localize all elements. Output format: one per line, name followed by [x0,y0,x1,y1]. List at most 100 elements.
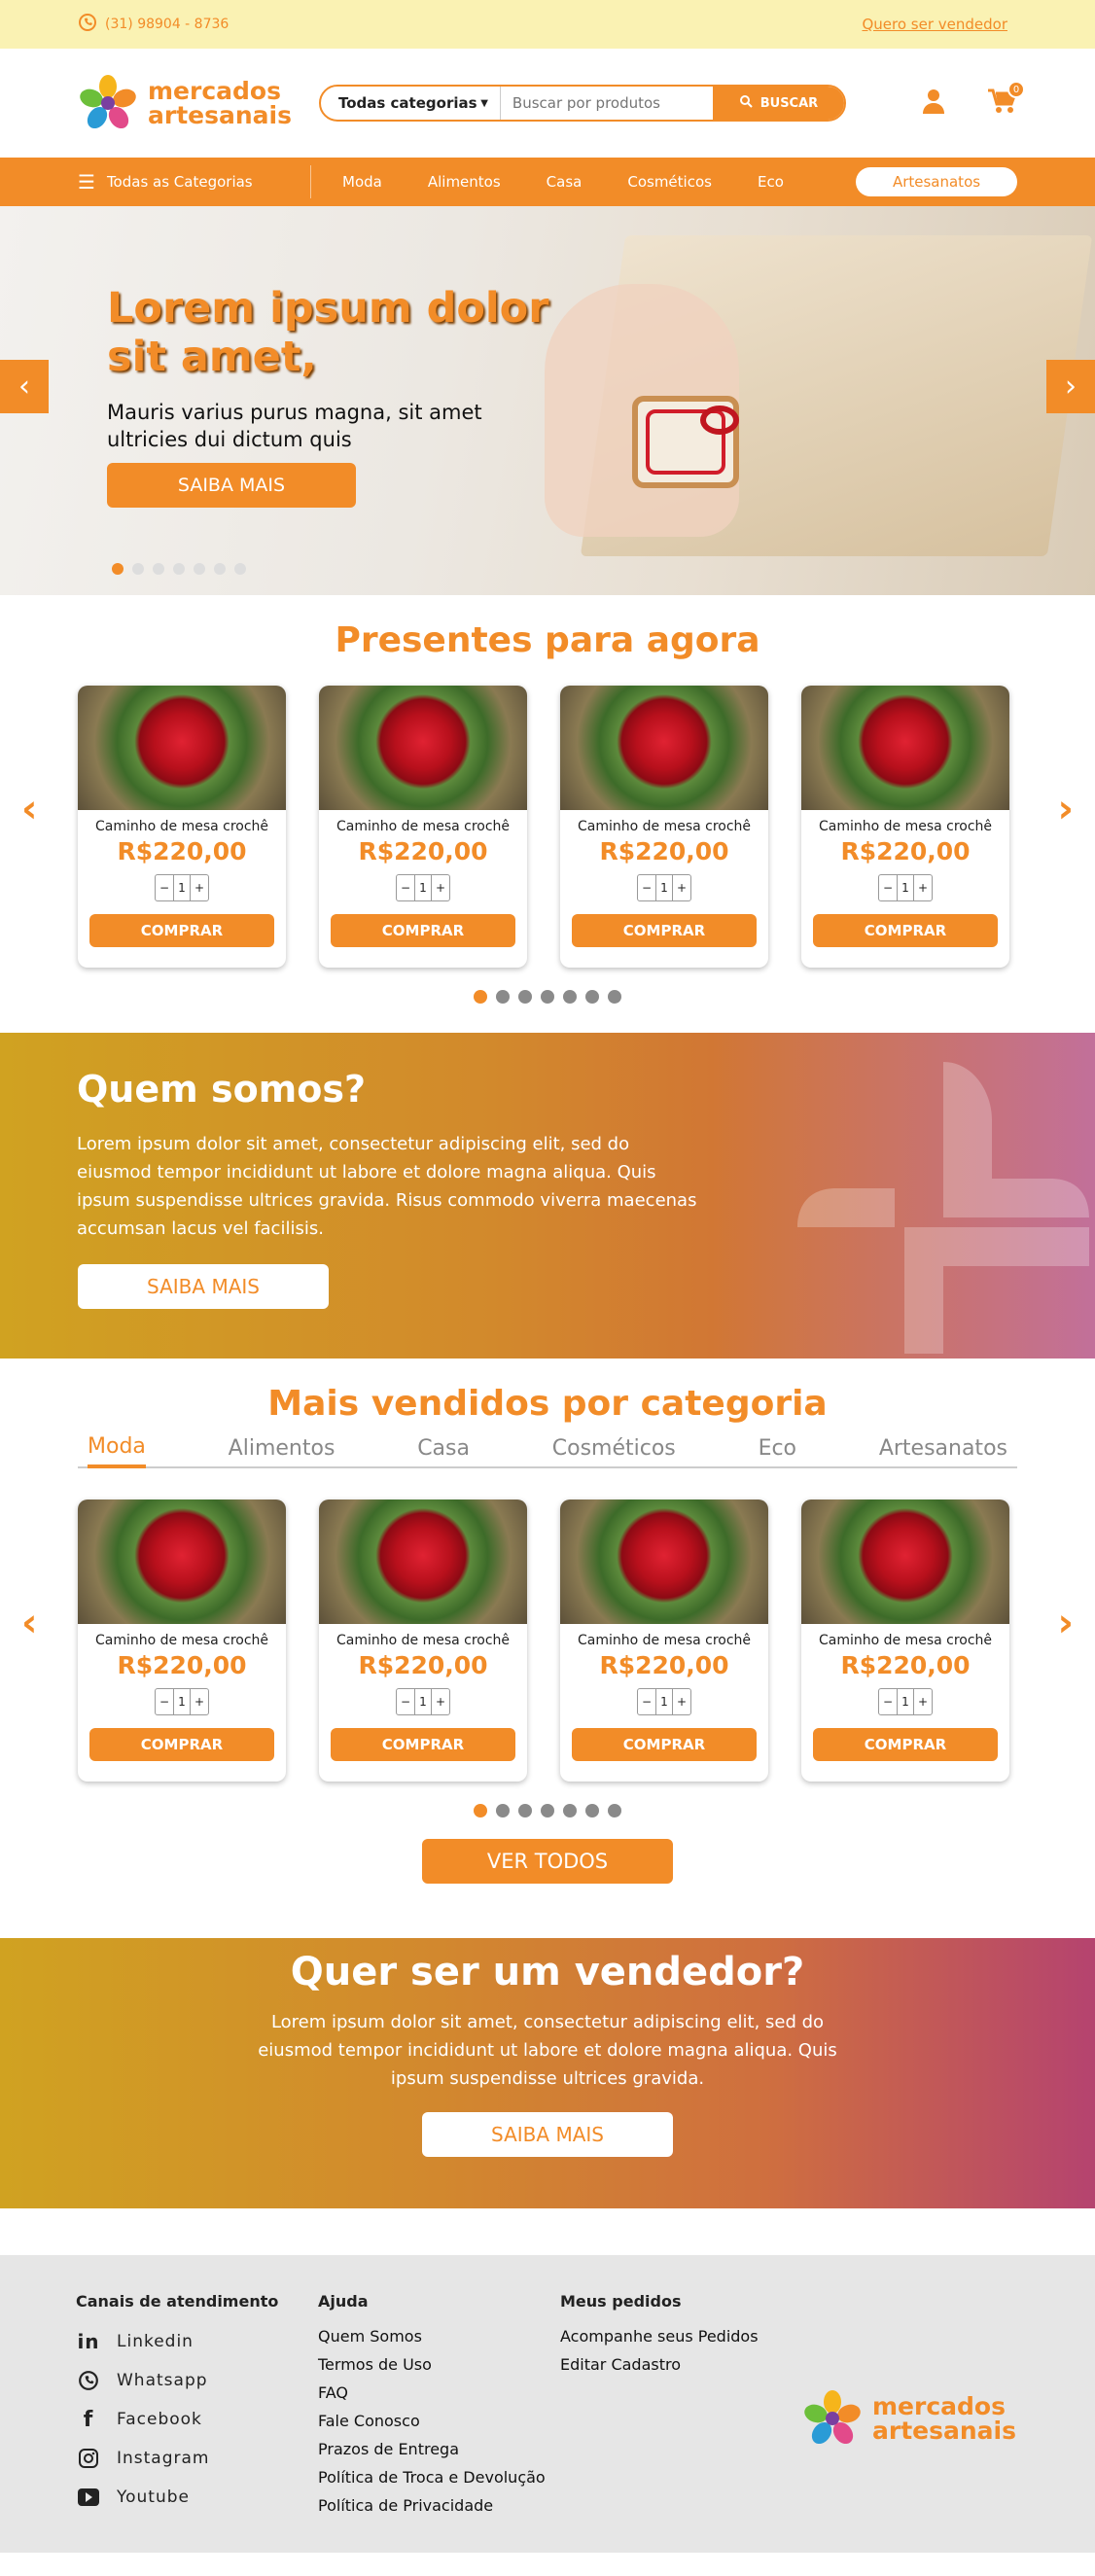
social-whatsapp[interactable]: Whatsapp [76,2361,318,2400]
nav-item-alimentos[interactable]: Alimentos [428,173,501,191]
product-card[interactable]: Caminho de mesa crochê R$220,00 −1 + COMPRAR [319,686,527,968]
buy-button[interactable]: COMPRAR [331,1728,515,1761]
footer-link[interactable]: Política de Troca e Devolução [318,2463,560,2491]
social-facebook[interactable]: f Facebook [76,2400,318,2439]
buy-button[interactable]: COMPRAR [572,1728,757,1761]
social-youtube[interactable]: Youtube [76,2478,318,2517]
page-dot[interactable] [608,990,621,1004]
minus-button[interactable]: − [879,875,897,900]
plus-button[interactable]: + [914,1689,932,1714]
become-seller-link[interactable]: Quero ser vendedor [862,16,1007,33]
product-card[interactable]: Caminho de mesa crochê R$220,00 −1 + COMPRAR [560,1500,768,1782]
search-button[interactable]: BUSCAR [712,87,844,120]
social-linkedin[interactable]: in Linkedin [76,2322,318,2361]
nav-item-casa[interactable]: Casa [547,173,583,191]
social-instagram[interactable]: Instagram [76,2439,318,2478]
nav-item-moda[interactable]: Moda [342,173,382,191]
minus-button[interactable]: − [638,1689,655,1714]
quantity-value[interactable]: 1 [173,1689,191,1714]
page-dot[interactable] [496,1804,510,1817]
minus-button[interactable]: − [156,875,173,900]
hero-dot[interactable] [132,563,144,575]
hero-prev-arrow[interactable]: ‹ [0,360,49,413]
buy-button[interactable]: COMPRAR [572,914,757,947]
tab-cosmeticos[interactable]: Cosméticos [552,1436,676,1466]
chevron-left-icon[interactable]: ‹ [21,787,37,831]
page-dot[interactable] [474,1804,487,1817]
minus-button[interactable]: − [638,875,655,900]
hero-dot[interactable] [234,563,246,575]
hero-dot[interactable] [173,563,185,575]
about-more-button[interactable]: SAIBA MAIS [78,1264,329,1309]
product-card[interactable]: Caminho de mesa crochê R$220,00 −1 + COMPRAR [801,686,1009,968]
page-dot[interactable] [608,1804,621,1817]
chevron-left-icon[interactable]: ‹ [21,1601,37,1645]
plus-button[interactable]: + [914,875,932,900]
plus-button[interactable]: + [432,1689,449,1714]
footer-logo[interactable]: mercados artesanais [802,2284,1016,2553]
footer-link[interactable]: Acompanhe seus Pedidos [560,2322,802,2350]
tab-artesanatos[interactable]: Artesanatos [879,1436,1007,1466]
buy-button[interactable]: COMPRAR [89,914,274,947]
page-dot[interactable] [563,1804,577,1817]
all-categories-menu[interactable]: ☰ Todas as Categorias [78,165,311,198]
buy-button[interactable]: COMPRAR [331,914,515,947]
footer-link[interactable]: Prazos de Entrega [318,2435,560,2463]
quantity-value[interactable]: 1 [414,1689,432,1714]
phone-contact[interactable]: (31) 98904 - 8736 [78,13,229,36]
hero-cta-button[interactable]: SAIBA MAIS [107,463,356,508]
hero-dot[interactable] [194,563,205,575]
page-dot[interactable] [541,990,554,1004]
page-dot[interactable] [474,990,487,1004]
plus-button[interactable]: + [191,1689,208,1714]
plus-button[interactable]: + [673,875,690,900]
plus-button[interactable]: + [432,875,449,900]
buy-button[interactable]: COMPRAR [813,914,998,947]
product-card[interactable]: Caminho de mesa crochê R$220,00 −1 + COMPRAR [78,686,286,968]
plus-button[interactable]: + [191,875,208,900]
chevron-right-icon[interactable]: › [1058,787,1074,831]
category-select[interactable]: Todas categorias ▼ [321,87,501,120]
quantity-value[interactable]: 1 [897,875,914,900]
footer-link[interactable]: Política de Privacidade [318,2491,560,2520]
quantity-value[interactable]: 1 [897,1689,914,1714]
minus-button[interactable]: − [397,1689,414,1714]
page-dot[interactable] [563,990,577,1004]
hero-dot[interactable] [153,563,164,575]
minus-button[interactable]: − [397,875,414,900]
quantity-value[interactable]: 1 [414,875,432,900]
quantity-value[interactable]: 1 [655,875,673,900]
footer-link[interactable]: Termos de Uso [318,2350,560,2379]
hero-dot[interactable] [214,563,226,575]
nav-item-eco[interactable]: Eco [758,173,784,191]
page-dot[interactable] [585,990,599,1004]
tab-casa[interactable]: Casa [417,1436,470,1466]
product-card[interactable]: Caminho de mesa crochê R$220,00 −1 + COMPRAR [78,1500,286,1782]
hero-next-arrow[interactable]: › [1046,360,1095,413]
buy-button[interactable]: COMPRAR [89,1728,274,1761]
product-card[interactable]: Caminho de mesa crochê R$220,00 −1 + COMPRAR [319,1500,527,1782]
page-dot[interactable] [518,990,532,1004]
nav-item-artesanatos[interactable]: Artesanatos [856,167,1017,196]
hero-dot[interactable] [112,563,124,575]
product-card[interactable]: Caminho de mesa crochê R$220,00 −1 + COMPRAR [560,686,768,968]
minus-button[interactable]: − [156,1689,173,1714]
quantity-value[interactable]: 1 [655,1689,673,1714]
footer-link[interactable]: Fale Conosco [318,2407,560,2435]
user-icon[interactable] [922,88,945,118]
buy-button[interactable]: COMPRAR [813,1728,998,1761]
tab-alimentos[interactable]: Alimentos [229,1436,336,1466]
page-dot[interactable] [585,1804,599,1817]
footer-link[interactable]: Editar Cadastro [560,2350,802,2379]
footer-link[interactable]: FAQ [318,2379,560,2407]
seller-more-button[interactable]: SAIBA MAIS [422,2112,673,2157]
page-dot[interactable] [518,1804,532,1817]
cart-button[interactable]: 0 [988,81,1025,118]
footer-link[interactable]: Quem Somos [318,2322,560,2350]
page-dot[interactable] [541,1804,554,1817]
quantity-value[interactable]: 1 [173,875,191,900]
tab-moda[interactable]: Moda [88,1434,146,1468]
see-all-button[interactable]: VER TODOS [422,1839,673,1884]
nav-item-cosmeticos[interactable]: Cosméticos [627,173,712,191]
chevron-right-icon[interactable]: › [1058,1601,1074,1645]
